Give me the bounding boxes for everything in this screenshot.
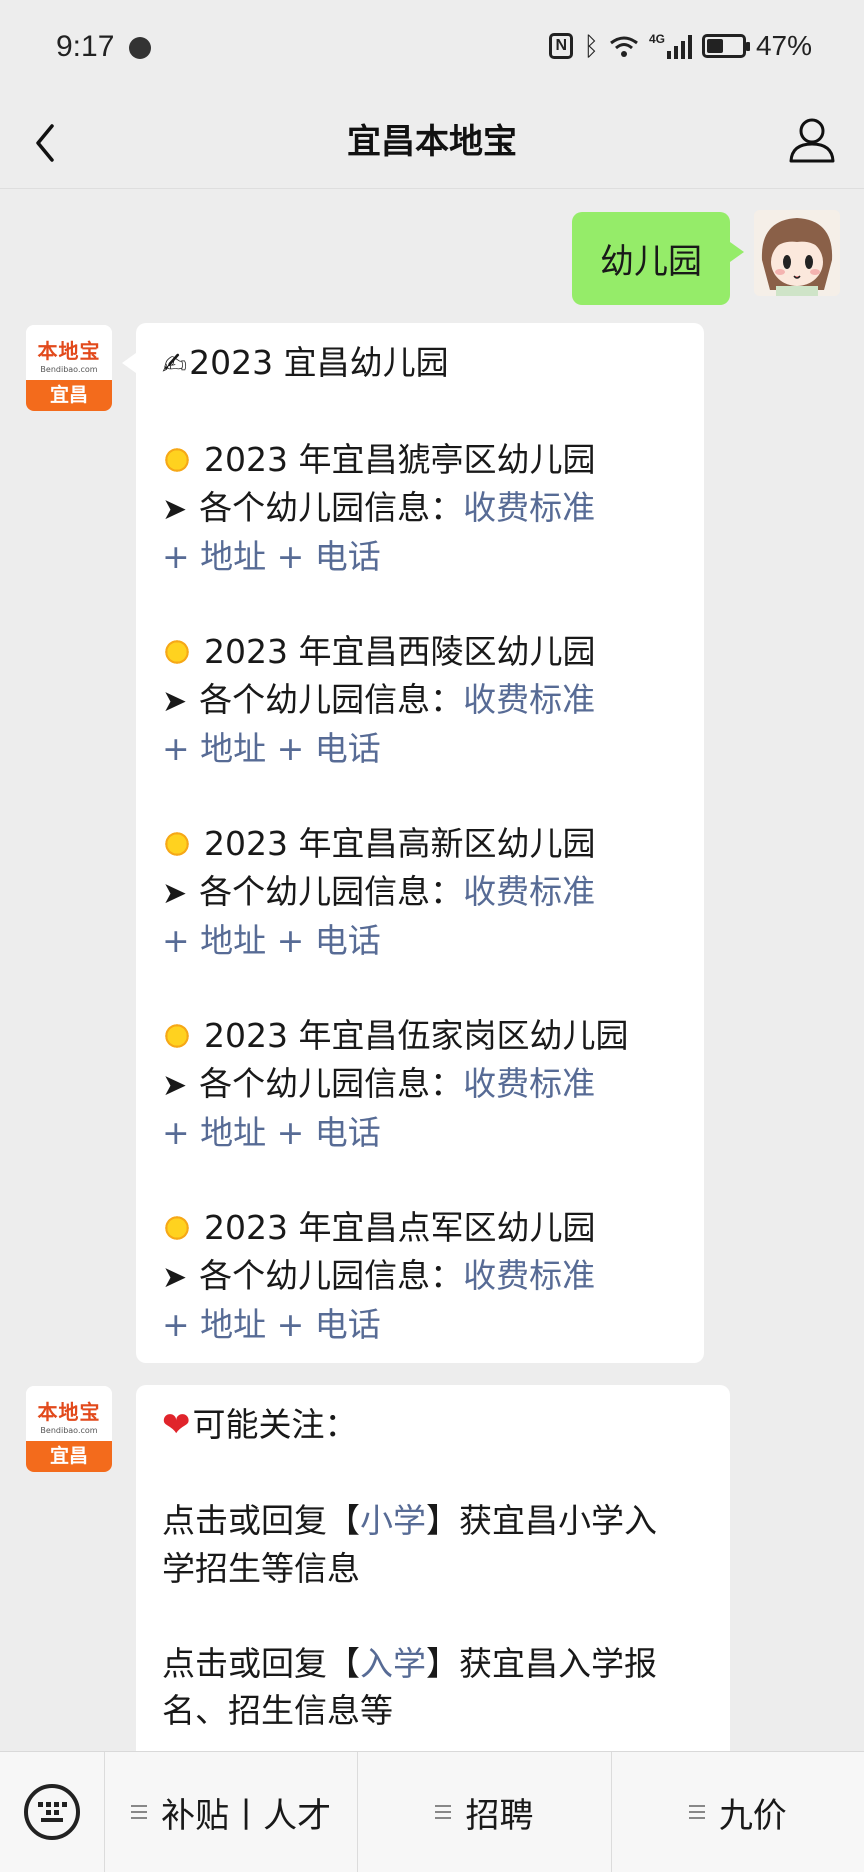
nfc-icon: N [549, 33, 574, 59]
sun-icon [162, 1021, 192, 1051]
address-phone-link[interactable]: + 地址 + 电话 [162, 1301, 678, 1349]
district-heading: 2023 年宜昌点军区幼儿园 [162, 1204, 678, 1252]
menu-list-icon [435, 1805, 452, 1819]
district-heading: 2023 年宜昌猇亭区幼儿园 [162, 436, 678, 484]
address-phone-link[interactable]: + 地址 + 电话 [162, 725, 678, 773]
district-heading: 2023 年宜昌伍家岗区幼儿园 [162, 1012, 678, 1060]
message-title-line: ✍2023 宜昌幼儿园 [162, 339, 678, 389]
page-title: 宜昌本地宝 [347, 122, 517, 162]
suggestion-message: ❤可能关注： 点击或回复【小学】获宜昌小学入 学招生等信息 点击或回复【入学】获… [136, 1385, 730, 1765]
menu-list-icon [688, 1805, 705, 1819]
arrow-icon: ➤ [162, 1067, 188, 1103]
avatar-domain: Bendibao.com [40, 1426, 98, 1435]
signal-icon [666, 33, 692, 59]
kindergarten-message: ✍2023 宜昌幼儿园 2023 年宜昌猇亭区幼儿园 ➤ 各个幼儿园信息：收费标准… [122, 323, 704, 1363]
arrow-icon: ➤ [162, 683, 188, 719]
menu-item-hpv[interactable]: 九价 [612, 1752, 864, 1872]
address-phone-link[interactable]: + 地址 + 电话 [162, 917, 678, 965]
network-type: 4G [648, 32, 665, 46]
sun-icon [162, 445, 192, 475]
menu-list-icon [131, 1805, 148, 1819]
district-info: ➤ 各个幼儿园信息：收费标准 [162, 1252, 678, 1302]
profile-icon[interactable] [786, 114, 838, 166]
fee-link[interactable]: 收费标准 [463, 1256, 595, 1295]
outgoing-message: 幼儿园 [572, 210, 840, 305]
bot-avatar[interactable]: 本地宝 Bendibao.com 宜昌 [26, 1386, 112, 1472]
arrow-icon: ➤ [162, 491, 188, 527]
fee-link[interactable]: 收费标准 [463, 680, 595, 719]
avatar-domain: Bendibao.com [40, 365, 98, 374]
menu-item-jobs[interactable]: 招聘 [358, 1752, 612, 1872]
avatar-city: 宜昌 [26, 1441, 112, 1472]
keyboard-toggle-button[interactable] [0, 1752, 105, 1872]
nav-bar: 宜昌本地宝 [0, 98, 864, 189]
battery-percent: 47% [755, 30, 812, 61]
bot-avatar[interactable]: 本地宝 Bendibao.com 宜昌 [26, 325, 112, 411]
message-title: 2023 宜昌幼儿园 [189, 343, 449, 382]
fee-link[interactable]: 收费标准 [463, 488, 595, 527]
keyboard-icon [24, 1784, 80, 1840]
status-bar: 9:17 N ᛒ 4G 47% [0, 0, 864, 98]
avatar-brand: 本地宝 [37, 339, 101, 363]
anime-avatar-icon [754, 210, 840, 296]
district-info: ➤ 各个幼儿园信息：收费标准 [162, 676, 678, 726]
user-avatar[interactable] [754, 210, 840, 296]
avatar-brand: 本地宝 [37, 1400, 101, 1424]
district-info: ➤ 各个幼儿园信息：收费标准 [162, 868, 678, 918]
writing-hand-icon: ✍ [162, 347, 188, 382]
district-heading: 2023 年宜昌西陵区幼儿园 [162, 628, 678, 676]
address-phone-link[interactable]: + 地址 + 电话 [162, 1109, 678, 1157]
district-heading: 2023 年宜昌高新区幼儿园 [162, 820, 678, 868]
wifi-icon [610, 36, 638, 57]
arrow-icon: ➤ [162, 1259, 188, 1295]
fee-link[interactable]: 收费标准 [463, 1064, 595, 1103]
district-info: ➤ 各个幼儿园信息：收费标准 [162, 1060, 678, 1110]
sun-icon [162, 829, 192, 859]
suggestion-title-line: ❤可能关注： [162, 1401, 704, 1450]
heart-icon: ❤ [162, 1405, 191, 1445]
battery-icon [701, 34, 750, 58]
arrow-icon: ➤ [162, 875, 188, 911]
outgoing-bubble[interactable]: 幼儿园 [572, 212, 744, 305]
address-phone-link[interactable]: + 地址 + 电话 [162, 533, 678, 581]
bottom-menu: 补贴丨人才 招聘 九价 [0, 1751, 864, 1872]
suggestion-item: 点击或回复【入学】获宜昌入学报 [162, 1643, 657, 1683]
fee-link[interactable]: 收费标准 [463, 872, 595, 911]
primary-school-link[interactable]: 小学 [360, 1501, 426, 1540]
status-icons: N ᛒ 4G 47% [549, 28, 812, 64]
sun-icon [162, 1213, 192, 1243]
status-time: 9:17 [56, 30, 115, 63]
district-info: ➤ 各个幼儿园信息：收费标准 [162, 484, 678, 534]
suggestion-item: 点击或回复【小学】获宜昌小学入 [162, 1501, 657, 1540]
avatar-city: 宜昌 [26, 380, 112, 411]
notification-icon [129, 37, 151, 59]
sun-icon [162, 637, 192, 667]
enrollment-link[interactable]: 入学 [360, 1644, 426, 1683]
menu-item-subsidy[interactable]: 补贴丨人才 [105, 1752, 359, 1872]
bluetooth-icon: ᛒ [583, 30, 599, 61]
